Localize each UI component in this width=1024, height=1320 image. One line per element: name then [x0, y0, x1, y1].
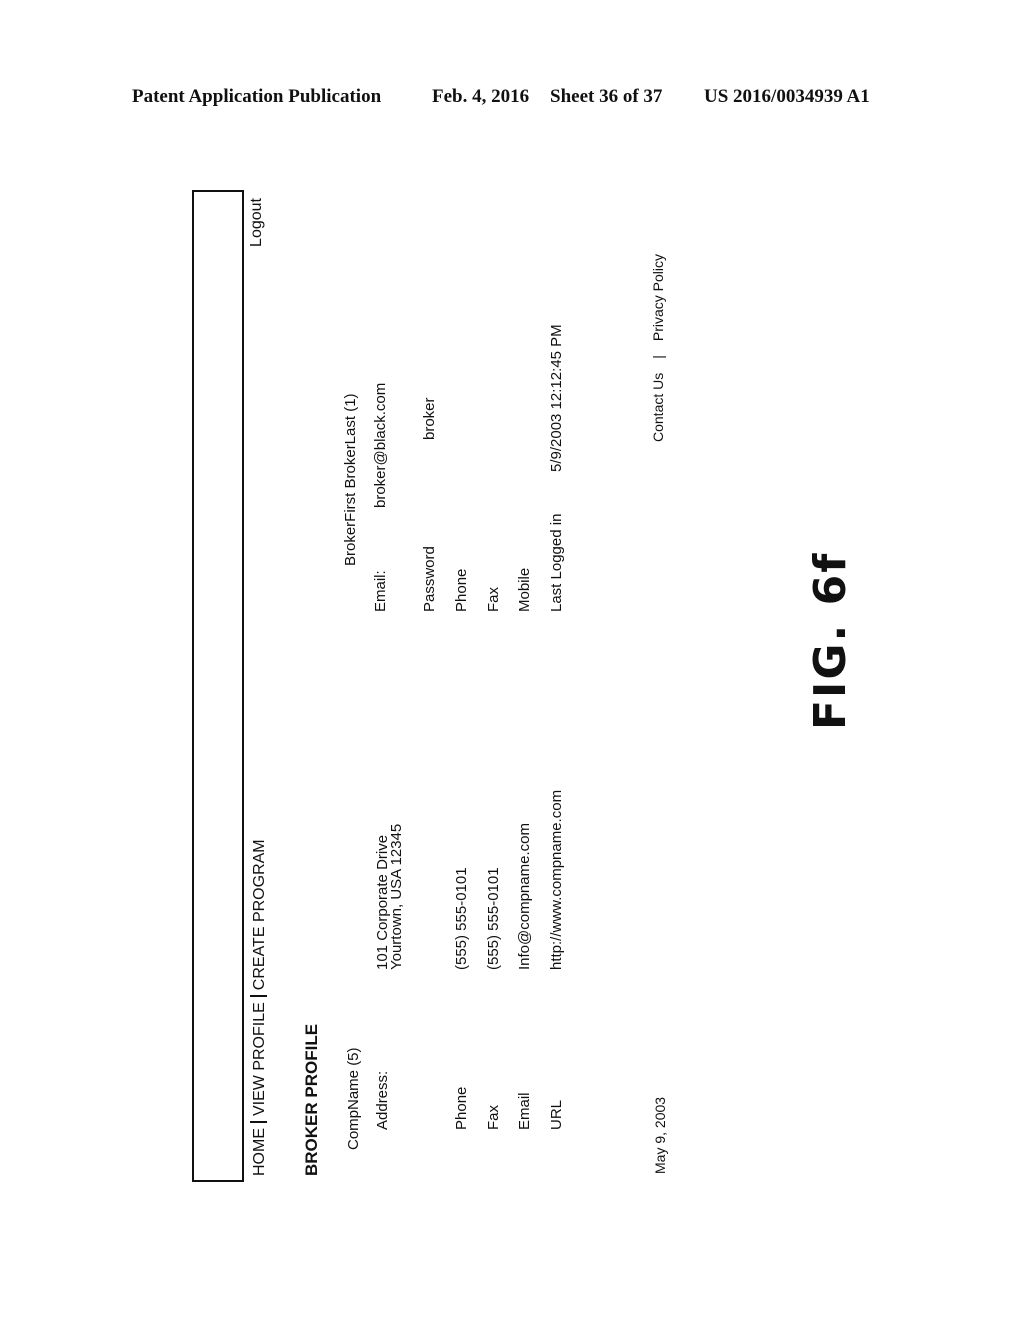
company-fax-label: Fax: [485, 1104, 502, 1130]
contact-us-link[interactable]: Contact Us: [650, 373, 666, 442]
broker-password-label: Password: [421, 546, 438, 612]
footer-links: Contact Us | Privacy Policy: [650, 254, 666, 442]
figure-label: FIG. 6f: [805, 551, 856, 730]
address-label: Address:: [374, 1070, 391, 1130]
top-nav: HOME VIEW PROFILE CREATE PROGRAM: [250, 839, 269, 1176]
broker-name: BrokerFirst BrokerLast (1): [342, 393, 359, 566]
company-email[interactable]: Info@compname.com: [516, 823, 533, 970]
rotated-ui-screen: HOME VIEW PROFILE CREATE PROGRAM Logout BR…: [190, 190, 870, 1182]
publication-title: Patent Application Publication: [132, 86, 382, 107]
nav-divider: [250, 995, 267, 998]
broker-email[interactable]: broker@black.com: [372, 383, 389, 508]
company-fax: (555) 555-0101: [485, 867, 502, 970]
address-line-2: Yourtown, USA 12345: [388, 823, 405, 970]
company-email-label: Email: [516, 1092, 533, 1130]
footer-separator: |: [650, 355, 666, 359]
nav-create-program[interactable]: CREATE PROGRAM: [251, 839, 268, 990]
nav-view-profile[interactable]: VIEW PROFILE: [251, 1002, 268, 1116]
broker-mobile-label: Mobile: [516, 567, 533, 612]
logout-link[interactable]: Logout: [248, 198, 266, 247]
last-logged-label: Last Logged in: [548, 513, 565, 612]
patent-number: US 2016/0034939 A1: [704, 86, 870, 107]
broker-email-label: Email:: [372, 570, 389, 612]
banner-box: [192, 190, 244, 1182]
sheet-number: Sheet 36 of 37: [550, 86, 663, 107]
footer-date: May 9, 2003: [652, 1096, 668, 1174]
publication-date: Feb. 4, 2016: [432, 86, 530, 107]
company-name: CompName (5): [345, 1047, 362, 1150]
patent-header: Patent Application Publication Feb. 4, 2…: [0, 86, 1024, 116]
page-title: BROKER PROFILE: [302, 1023, 321, 1176]
company-url-label: URL: [548, 1099, 565, 1130]
broker-fax-label: Fax: [485, 586, 502, 612]
company-url[interactable]: http://www.compname.com: [548, 790, 565, 970]
nav-home[interactable]: HOME: [251, 1128, 268, 1176]
privacy-policy-link[interactable]: Privacy Policy: [650, 254, 666, 341]
broker-phone-label: Phone: [453, 568, 470, 612]
nav-divider: [250, 1121, 267, 1123]
last-logged-value: 5/9/2003 12:12:45 PM: [548, 324, 565, 472]
company-phone: (555) 555-0101: [453, 867, 470, 970]
broker-password: broker: [421, 397, 438, 440]
company-phone-label: Phone: [453, 1086, 470, 1130]
